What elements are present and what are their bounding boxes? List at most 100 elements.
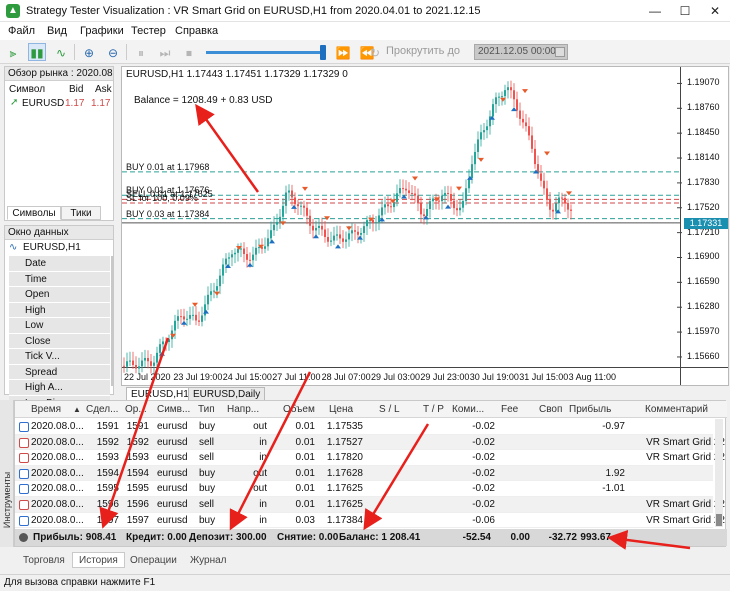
candlestick-chart-icon[interactable]: ▮▮ (28, 43, 46, 61)
candle-body (207, 294, 209, 305)
tab-trade[interactable]: Торговля (16, 552, 72, 568)
speed-slider[interactable] (206, 45, 326, 60)
chart-tab-daily[interactable]: EURUSD,Daily (188, 387, 266, 401)
column-header[interactable]: T / P (423, 404, 444, 415)
candle-body (540, 173, 542, 181)
column-header[interactable]: Объем (283, 404, 315, 415)
column-header[interactable]: Ор... (125, 404, 147, 415)
table-scrollbar[interactable] (715, 419, 723, 527)
menu-bar: Файл Вид Графики Тестер Справка (0, 22, 730, 40)
summary-credit: Кредит: 0.00 (126, 532, 187, 543)
sort-asc-icon[interactable]: ▲ (73, 405, 81, 414)
data-window-row: Time (9, 271, 110, 287)
column-header[interactable]: Сдел... (86, 404, 118, 415)
chart-tab-h1[interactable]: EURUSD,H1 (126, 387, 194, 401)
col-bid[interactable]: Bid (69, 84, 83, 95)
toolbox-side-label[interactable]: Инструменты (0, 400, 14, 547)
candle-body (279, 216, 281, 222)
cell-price: 1.17527 (326, 436, 363, 448)
zoom-out-icon[interactable]: ⊖ (104, 43, 122, 61)
tab-symbols[interactable]: Символы (7, 206, 61, 220)
column-header[interactable]: Цена (329, 404, 353, 415)
column-header[interactable]: Fee (501, 404, 518, 415)
menu-tester[interactable]: Тестер (131, 25, 166, 37)
candle-body (240, 248, 242, 250)
column-header[interactable]: Коми... (452, 404, 484, 415)
cell-price: 1.17625 (326, 499, 363, 510)
column-header[interactable]: Прибыль (569, 404, 611, 415)
candle-body (381, 207, 383, 216)
candle-body (285, 192, 287, 206)
table-row[interactable]: 2020.08.0... 1595 1595 eurusd buy out 0.01 1.17… (15, 481, 713, 497)
data-window-scrollbar[interactable] (111, 256, 114, 386)
column-header[interactable]: S / L (379, 404, 400, 415)
column-header[interactable]: Симв... (157, 404, 190, 415)
cell-order: 1591 (126, 421, 149, 432)
candle-body (204, 304, 206, 316)
table-row[interactable]: 2020.08.0... 1597 1597 eurusd buy in 0.03 1.173… (15, 513, 725, 529)
step-forward-icon[interactable]: ⏭ (156, 43, 174, 61)
table-row[interactable]: 2020.08.0... 1592 1592 eurusd sell in 0.01 1.17… (15, 434, 725, 451)
candle-body (357, 231, 359, 235)
cell-commission: -0.02 (472, 436, 495, 448)
cell-time: 2020.08.0... (31, 514, 83, 526)
cell-deal: 1592 (96, 436, 119, 448)
time-tick-label: 30 Jul 19:00 (469, 372, 519, 382)
date-picker-icon[interactable] (555, 47, 565, 57)
menu-help[interactable]: Справка (175, 25, 218, 37)
table-row[interactable]: 2020.08.0... 1594 1594 eurusd buy out 0.01 1.17… (15, 465, 713, 482)
price-tick-label: 1.19070 (687, 77, 720, 88)
summary-total: 993.67 (580, 532, 611, 543)
candle-body (210, 291, 212, 295)
table-scrollbar-thumb[interactable] (716, 514, 722, 526)
candle-body (213, 290, 215, 292)
pause-icon[interactable]: ⏸ (132, 43, 150, 61)
column-header[interactable]: Время (31, 404, 61, 415)
table-row[interactable]: 2020.08.0... 1591 1591 eurusd buy out 0.01 1.17… (15, 419, 713, 435)
fast-forward-icon[interactable]: ⏩ (334, 43, 352, 61)
candle-body (396, 193, 398, 202)
bar-chart-icon[interactable]: ⫸ (4, 43, 22, 61)
maximize-button[interactable]: ☐ (670, 0, 700, 22)
tab-ticks[interactable]: Тики (61, 206, 101, 220)
line-chart-icon[interactable]: ∿ (52, 43, 70, 61)
candle-body (414, 193, 416, 196)
cell-price: 1.17384 (326, 514, 363, 526)
data-window-symbol: EURUSD,H1 (23, 242, 81, 253)
cell-type: buy (199, 483, 216, 495)
scroll-date-input[interactable]: 2021.12.05 00:00 (474, 44, 568, 60)
price-chart[interactable]: EURUSD,H1 1.17443 1.17451 1.17329 1.1732… (121, 66, 729, 386)
tab-operations[interactable]: Операции (123, 552, 184, 568)
candle-body (135, 365, 137, 369)
candle-body (123, 365, 125, 367)
col-symbol[interactable]: Символ (9, 84, 45, 95)
col-ask[interactable]: Ask (95, 84, 112, 95)
candle-body (384, 204, 386, 208)
column-header[interactable]: Напр... (227, 404, 259, 415)
menu-charts[interactable]: Графики (80, 25, 124, 37)
menu-file[interactable]: Файл (8, 25, 35, 37)
candle-body (522, 118, 524, 123)
column-header[interactable]: Своп (539, 404, 562, 415)
candle-body (174, 320, 176, 331)
tab-journal[interactable]: Журнал (183, 552, 234, 568)
candle-body (411, 192, 413, 194)
table-row[interactable]: 2020.08.0... 1596 1596 eurusd sell in 0.01 1.17… (15, 497, 725, 513)
close-button[interactable]: ✕ (700, 0, 730, 22)
speed-slider-thumb[interactable] (320, 45, 326, 60)
tab-history[interactable]: История (72, 552, 125, 568)
cell-commission: -0.06 (472, 514, 495, 526)
table-row[interactable]: 2020.08.0... 1593 1593 eurusd sell in 0.01 1.17… (15, 450, 725, 466)
time-axis-line (122, 367, 728, 368)
menu-view[interactable]: Вид (47, 25, 67, 37)
column-header[interactable]: Комментарий (645, 404, 708, 415)
minimize-button[interactable]: — (640, 0, 670, 22)
column-header[interactable]: Тип (198, 404, 215, 415)
line-chart-icon: ∿ (9, 242, 18, 253)
candle-body (480, 132, 482, 140)
candle-body (351, 230, 353, 234)
market-row-eurusd[interactable]: ➚ EURUSD 1.17 1.17 (6, 96, 112, 111)
stop-icon[interactable]: ⏹ (180, 43, 198, 61)
zoom-in-icon[interactable]: ⊕ (80, 43, 98, 61)
candle-body (465, 188, 467, 202)
